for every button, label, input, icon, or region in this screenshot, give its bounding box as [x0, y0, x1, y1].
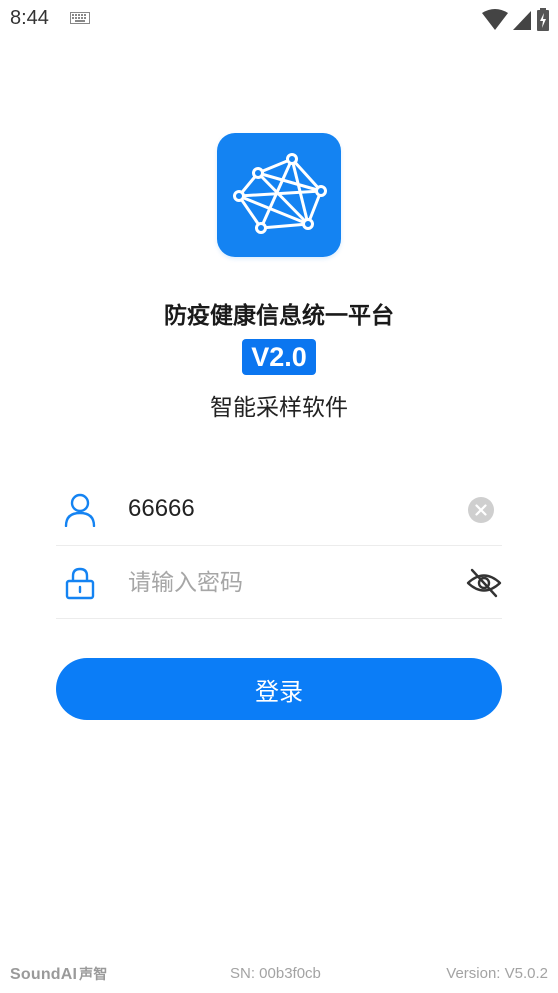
- app-version: Version: V5.0.2: [446, 965, 548, 982]
- eye-off-icon: [466, 568, 502, 598]
- brand-name: SoundAI: [10, 966, 78, 983]
- status-bar: 8:44: [0, 0, 558, 38]
- clear-icon: [475, 504, 487, 516]
- battery-icon: [537, 8, 549, 31]
- clear-username-button[interactable]: [468, 497, 494, 523]
- app-title: 防疫健康信息统一平台: [164, 303, 394, 329]
- footer: SoundAI 声智 SN: 00b3f0cb Version: V5.0.2: [0, 962, 558, 986]
- keyboard-icon: [70, 12, 90, 24]
- password-input[interactable]: [128, 566, 448, 600]
- toggle-password-visibility-button[interactable]: [466, 566, 502, 600]
- wifi-icon: [482, 9, 508, 30]
- network-logo-icon: [233, 153, 327, 234]
- serial-number: SN: 00b3f0cb: [230, 965, 321, 982]
- version-badge: V2.0: [242, 339, 316, 375]
- password-row: [56, 546, 502, 619]
- version-badge-wrap: V2.0: [0, 339, 558, 375]
- login-button[interactable]: 登录: [56, 658, 502, 720]
- app-subtitle: 智能采样软件: [210, 395, 348, 421]
- user-icon: [64, 493, 96, 527]
- app-logo: [217, 133, 341, 257]
- username-row: 66666: [56, 473, 502, 546]
- brand-logo: SoundAI 声智: [10, 964, 108, 984]
- username-input[interactable]: 66666: [128, 495, 195, 523]
- signal-icon: [513, 11, 531, 30]
- lock-icon: [65, 567, 95, 600]
- status-time: 8:44: [10, 7, 49, 29]
- brand-name-zh: 声智: [79, 966, 108, 982]
